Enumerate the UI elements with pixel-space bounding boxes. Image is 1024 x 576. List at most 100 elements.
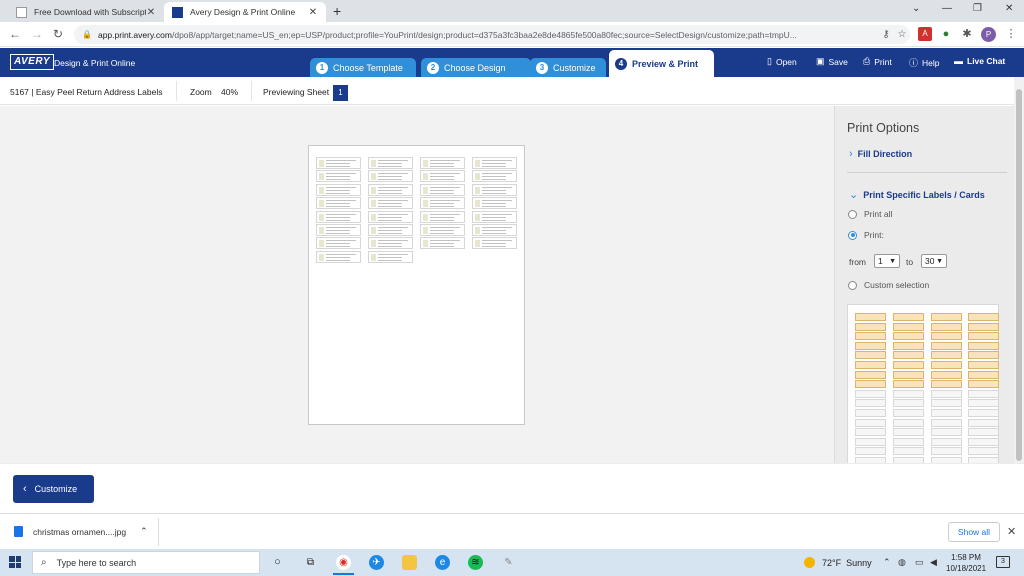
label-cell[interactable]: [931, 447, 962, 456]
selected-label-cell[interactable]: [968, 380, 999, 389]
label-cell[interactable]: [968, 437, 999, 446]
show-all-button[interactable]: Show all: [948, 522, 1000, 542]
taskbar-search-input[interactable]: ⌕ Type here to search: [32, 551, 260, 574]
label-cell[interactable]: [855, 437, 886, 446]
close-tab-icon[interactable]: ✕: [146, 7, 156, 18]
paint-app-icon[interactable]: ✎: [501, 555, 516, 570]
label-cell[interactable]: [893, 418, 924, 427]
edge-icon[interactable]: e: [435, 555, 450, 570]
step-choose-design[interactable]: 2 Choose Design: [421, 58, 531, 77]
back-to-customize-button[interactable]: ‹ Customize: [13, 475, 94, 503]
bookmark-star-icon[interactable]: ☆: [894, 29, 910, 40]
minimize-icon[interactable]: —: [942, 3, 952, 14]
label-cell[interactable]: [968, 389, 999, 398]
selected-label-cell[interactable]: [968, 313, 999, 321]
save-button[interactable]: ▣ Save: [816, 56, 848, 67]
tray-chevron-icon[interactable]: ⌃: [883, 557, 891, 568]
sheet-number-badge[interactable]: 1: [333, 85, 348, 101]
custom-selection-radio[interactable]: Custom selection: [848, 280, 929, 290]
selected-label-cell[interactable]: [968, 361, 999, 369]
label-cell[interactable]: [855, 447, 886, 456]
url-input[interactable]: 🔒 app.print.avery.com/dpo8/app/target;na…: [74, 25, 910, 44]
selected-label-cell[interactable]: [855, 341, 886, 350]
zoom-value[interactable]: 40%: [221, 87, 238, 97]
reload-icon[interactable]: ↻: [53, 27, 63, 41]
label-cell[interactable]: [893, 447, 924, 456]
new-tab-icon[interactable]: +: [333, 3, 341, 19]
selected-label-cell[interactable]: [931, 380, 962, 389]
label-cell[interactable]: [931, 437, 962, 446]
selected-label-cell[interactable]: [968, 341, 999, 350]
volume-icon[interactable]: ◀: [930, 557, 937, 568]
label-cell[interactable]: [855, 418, 886, 427]
open-button[interactable]: ▯ Open: [767, 56, 797, 67]
messenger-icon[interactable]: ✈: [369, 555, 384, 570]
label-cell[interactable]: [931, 389, 962, 398]
selected-label-cell[interactable]: [931, 351, 962, 360]
selected-label-cell[interactable]: [893, 322, 924, 331]
live-chat-button[interactable]: ▬ Live Chat: [954, 56, 1005, 66]
label-cell[interactable]: [968, 428, 999, 437]
selected-label-cell[interactable]: [893, 332, 924, 341]
selected-label-cell[interactable]: [931, 341, 962, 350]
back-arrow-icon[interactable]: ←: [9, 27, 21, 41]
selected-label-cell[interactable]: [968, 351, 999, 360]
selected-label-cell[interactable]: [931, 322, 962, 331]
label-selection-grid[interactable]: [847, 304, 999, 463]
evernote-extension-icon[interactable]: ●: [939, 27, 953, 41]
password-key-icon[interactable]: ⚷: [878, 29, 894, 40]
label-cell[interactable]: [893, 399, 924, 408]
weather-widget[interactable]: 72°F Sunny: [804, 557, 872, 568]
selected-label-cell[interactable]: [893, 380, 924, 389]
selected-label-cell[interactable]: [931, 361, 962, 369]
label-cell[interactable]: [893, 389, 924, 398]
selected-label-cell[interactable]: [855, 322, 886, 331]
avery-logo[interactable]: AVERY: [10, 54, 55, 70]
print-range-radio[interactable]: Print:: [848, 230, 884, 240]
label-cell[interactable]: [893, 428, 924, 437]
taskbar-clock[interactable]: 1:58 PM 10/18/2021: [946, 552, 986, 574]
tab-search-icon[interactable]: ⌄: [912, 3, 920, 14]
chevron-up-icon[interactable]: ⌃: [140, 526, 148, 537]
label-cell[interactable]: [931, 428, 962, 437]
label-cell[interactable]: [968, 447, 999, 456]
to-select[interactable]: 30 ▼: [921, 254, 947, 268]
selected-label-cell[interactable]: [893, 361, 924, 369]
label-cell[interactable]: [893, 409, 924, 417]
notifications-icon[interactable]: 3: [996, 556, 1010, 568]
label-cell[interactable]: [855, 428, 886, 437]
selected-label-cell[interactable]: [855, 361, 886, 369]
selected-label-cell[interactable]: [893, 370, 924, 379]
fill-direction-toggle[interactable]: › Fill Direction: [849, 148, 912, 160]
label-cell[interactable]: [931, 399, 962, 408]
spotify-icon[interactable]: ≋: [468, 555, 483, 570]
label-cell[interactable]: [931, 418, 962, 427]
network-icon[interactable]: ◍: [898, 557, 906, 568]
help-button[interactable]: ⓘ Help: [909, 56, 940, 69]
forward-arrow-icon[interactable]: →: [31, 27, 43, 41]
windows-start-icon[interactable]: [9, 556, 21, 568]
selected-label-cell[interactable]: [968, 370, 999, 379]
selected-label-cell[interactable]: [893, 341, 924, 350]
selected-label-cell[interactable]: [855, 313, 886, 321]
step-choose-template[interactable]: 1 Choose Template: [310, 58, 416, 77]
selected-label-cell[interactable]: [893, 313, 924, 321]
battery-icon[interactable]: ▭: [915, 557, 924, 568]
close-downloads-icon[interactable]: ✕: [1007, 525, 1016, 538]
selected-label-cell[interactable]: [931, 313, 962, 321]
task-view-icon[interactable]: ⧉: [303, 555, 318, 570]
step-preview-print[interactable]: 4 Preview & Print: [609, 50, 714, 77]
browser-menu-icon[interactable]: ⋮: [1004, 27, 1018, 41]
browser-tab-avery[interactable]: Avery Design & Print Online ✕: [164, 2, 326, 22]
chrome-icon[interactable]: ◉: [333, 555, 354, 575]
profile-avatar[interactable]: P: [981, 27, 996, 42]
selected-label-cell[interactable]: [931, 370, 962, 379]
selected-label-cell[interactable]: [855, 380, 886, 389]
extensions-puzzle-icon[interactable]: ✱: [960, 27, 974, 41]
close-tab-icon[interactable]: ✕: [308, 7, 318, 18]
label-cell[interactable]: [968, 399, 999, 408]
print-specific-toggle[interactable]: ⌄ Print Specific Labels / Cards: [849, 188, 985, 201]
selected-label-cell[interactable]: [893, 351, 924, 360]
label-cell[interactable]: [855, 409, 886, 417]
close-window-icon[interactable]: ✕: [1005, 3, 1013, 14]
